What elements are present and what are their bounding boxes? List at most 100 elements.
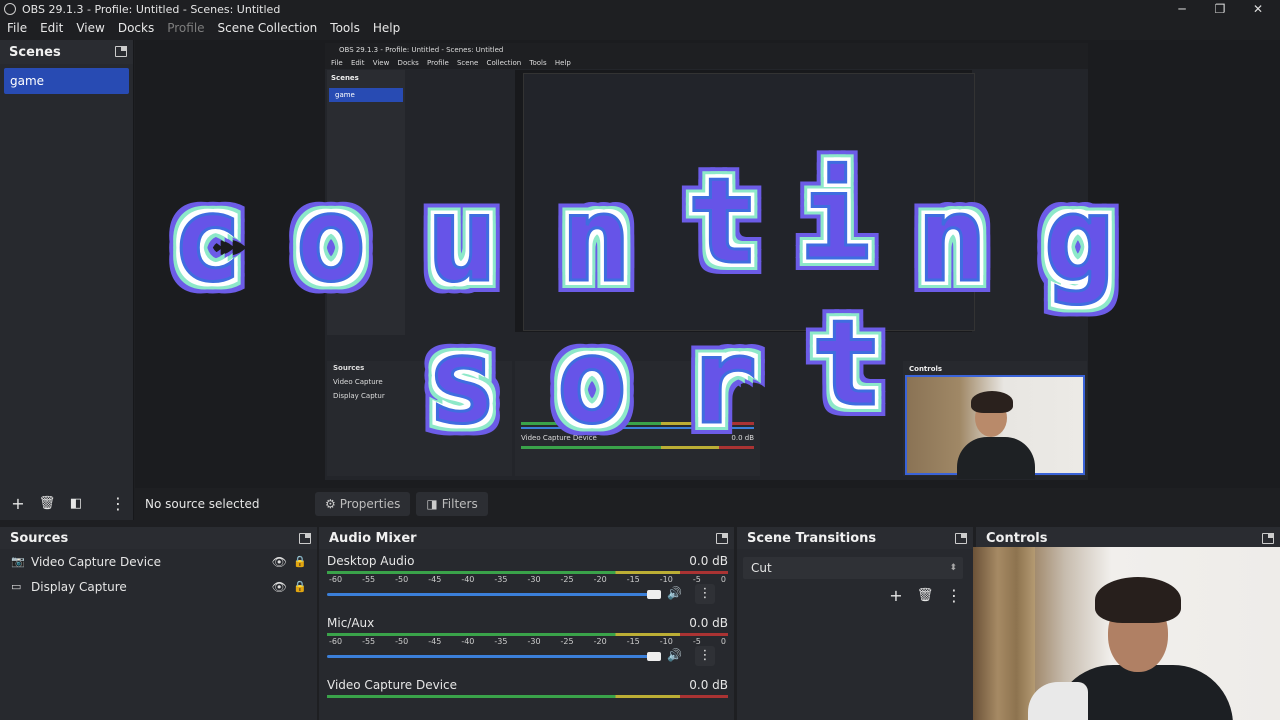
nested-webcam-feed bbox=[905, 375, 1085, 479]
scene-filters-icon[interactable]: ◧ bbox=[65, 493, 87, 515]
overlay-letter: g bbox=[1042, 170, 1116, 308]
undock-icon[interactable] bbox=[955, 533, 967, 544]
remove-scene-icon[interactable]: 🗑 bbox=[36, 493, 58, 515]
chevron-updown-icon: ⬍ bbox=[949, 563, 957, 573]
overlay-letter: r bbox=[685, 312, 759, 450]
channel-db: 0.0 dB bbox=[689, 616, 728, 630]
camera-icon: 📷 bbox=[11, 555, 25, 568]
webcam-overlay bbox=[973, 547, 1280, 720]
mixer-channel-video-capture: Video Capture Device 0.0 dB bbox=[319, 673, 734, 720]
restore-icon[interactable]: ❐ bbox=[1200, 0, 1240, 18]
volume-meter bbox=[327, 571, 728, 574]
obs-logo-icon bbox=[4, 3, 16, 15]
menu-profile[interactable]: Profile bbox=[167, 21, 204, 35]
audio-mixer-title: Audio Mixer bbox=[329, 530, 417, 546]
overlay-title-line2: s o r t bbox=[397, 303, 907, 450]
gear-icon: ⚙ bbox=[325, 497, 336, 511]
controls-title: Controls bbox=[986, 530, 1048, 546]
overlay-letter: s bbox=[425, 312, 499, 450]
eye-icon[interactable]: 👁 bbox=[272, 555, 287, 569]
transition-value: Cut bbox=[751, 561, 772, 575]
audio-mixer-dock: Audio Mixer Desktop Audio 0.0 dB -60 -55-… bbox=[319, 527, 734, 720]
fader-knob[interactable] bbox=[647, 590, 661, 599]
properties-label: Properties bbox=[339, 497, 401, 511]
nested-controls-dock: Controls bbox=[903, 361, 1087, 479]
nested-menu: File Edit View Docks Profile Scene Colle… bbox=[325, 57, 1088, 69]
undock-icon[interactable] bbox=[115, 46, 127, 57]
nested-scene-item: game bbox=[329, 88, 403, 102]
scenes-title: Scenes bbox=[9, 44, 61, 60]
volume-fader[interactable]: 🔊 ⋮ bbox=[327, 584, 728, 604]
remove-transition-icon[interactable]: 🗑 bbox=[914, 585, 936, 607]
source-item-video-capture[interactable]: 📷 Video Capture Device 👁 🔒 bbox=[0, 549, 317, 574]
volume-meter bbox=[327, 633, 728, 636]
window-title: OBS 29.1.3 - Profile: Untitled - Scenes:… bbox=[22, 2, 281, 16]
menu-edit[interactable]: Edit bbox=[40, 21, 63, 35]
overlay-letter: n bbox=[915, 170, 989, 308]
menu-scene-collection[interactable]: Scene Collection bbox=[218, 21, 318, 35]
fader-knob[interactable] bbox=[647, 652, 661, 661]
overlay-letter: o bbox=[294, 170, 368, 308]
monitor-icon: ▭ bbox=[11, 580, 22, 593]
eye-icon[interactable]: 👁 bbox=[272, 580, 287, 594]
volume-meter bbox=[327, 695, 728, 698]
transition-select[interactable]: Cut ⬍ bbox=[743, 557, 963, 579]
lock-icon[interactable]: 🔒 bbox=[293, 555, 307, 568]
mixer-channel-desktop-audio: Desktop Audio 0.0 dB -60 -55 -50 -45 -40 -35-… bbox=[319, 549, 734, 611]
source-info-bar: No source selected ⚙ Properties ◨ Filter… bbox=[135, 488, 1280, 520]
sources-title: Sources bbox=[10, 530, 69, 546]
add-scene-icon[interactable]: + bbox=[7, 493, 29, 515]
preview-canvas[interactable]: OBS 29.1.3 - Profile: Untitled - Scenes:… bbox=[135, 40, 1280, 488]
menu-file[interactable]: File bbox=[7, 21, 27, 35]
undock-icon[interactable] bbox=[716, 533, 728, 544]
overlay-letter: c bbox=[170, 170, 244, 308]
controls-dock: Controls bbox=[976, 527, 1280, 549]
title-bar: OBS 29.1.3 - Profile: Untitled - Scenes:… bbox=[0, 0, 1280, 18]
channel-db: 0.0 dB bbox=[689, 678, 728, 692]
filters-button[interactable]: ◨ Filters bbox=[416, 492, 488, 516]
speaker-icon[interactable]: 🔊 bbox=[667, 648, 682, 662]
menu-docks[interactable]: Docks bbox=[118, 21, 154, 35]
menu-tools[interactable]: Tools bbox=[330, 21, 360, 35]
close-icon[interactable]: ✕ bbox=[1238, 0, 1278, 18]
overlay-title-line1: c o u n t i n g bbox=[147, 157, 1141, 308]
no-source-label: No source selected bbox=[145, 497, 260, 511]
source-name: Display Capture bbox=[31, 579, 127, 594]
sources-dock: Sources 📷 Video Capture Device 👁 🔒 ▭ Dis… bbox=[0, 527, 317, 720]
overlay-letter: u bbox=[425, 170, 499, 308]
more-icon[interactable]: ⋮ bbox=[695, 646, 715, 666]
more-icon[interactable]: ⋮ bbox=[695, 584, 715, 604]
controls-title-bar: Controls bbox=[976, 527, 1280, 549]
meter-ticks: -60 -55 -50 -45 -40 -35 -30 -25 -20 -15 -10 -5 0 bbox=[329, 637, 726, 646]
scene-transitions-dock: Scene Transitions Cut ⬍ + 🗑 ⋮ bbox=[737, 527, 973, 720]
source-item-display-capture[interactable]: ▭ Display Capture 👁 🔒 bbox=[0, 574, 317, 599]
nested-title: OBS 29.1.3 - Profile: Untitled - Scenes:… bbox=[325, 43, 1088, 57]
lock-icon[interactable]: 🔒 bbox=[293, 580, 307, 593]
scenes-dock: Scenes game + 🗑 ◧ ⋮ bbox=[0, 40, 134, 520]
menu-help[interactable]: Help bbox=[373, 21, 400, 35]
properties-button[interactable]: ⚙ Properties bbox=[315, 492, 411, 516]
scene-transitions-title-bar: Scene Transitions bbox=[737, 527, 973, 549]
undock-icon[interactable] bbox=[1262, 533, 1274, 544]
transition-more-icon[interactable]: ⋮ bbox=[943, 585, 965, 607]
overlay-letter: i bbox=[798, 148, 872, 286]
speaker-icon[interactable]: 🔊 bbox=[667, 586, 682, 600]
scenes-toolbar: + 🗑 ◧ ⋮ bbox=[0, 488, 133, 520]
scene-more-icon[interactable]: ⋮ bbox=[107, 493, 129, 515]
source-name: Video Capture Device bbox=[31, 554, 162, 569]
channel-name: Video Capture Device bbox=[327, 678, 458, 692]
channel-name: Desktop Audio bbox=[327, 554, 415, 568]
minimize-icon[interactable]: ─ bbox=[1162, 0, 1202, 18]
meter-ticks: -60 -55 -50 -45 -40 -35 -30 -25 -20 -15 -10 -5 0 bbox=[329, 575, 726, 584]
mixer-channel-mic-aux: Mic/Aux 0.0 dB -60 -55 -50 -45 -40 -35 -30 -25-… bbox=[319, 611, 734, 673]
nested-scenes-title: Scenes bbox=[331, 74, 359, 82]
undock-icon[interactable] bbox=[299, 533, 311, 544]
channel-name: Mic/Aux bbox=[327, 616, 375, 630]
add-transition-icon[interactable]: + bbox=[885, 585, 907, 607]
sources-dock-title: Sources bbox=[0, 527, 317, 549]
scene-item-game[interactable]: game bbox=[4, 68, 129, 94]
menu-bar: File Edit View Docks Profile Scene Colle… bbox=[0, 18, 1280, 38]
volume-fader[interactable]: 🔊 ⋮ bbox=[327, 646, 728, 666]
menu-view[interactable]: View bbox=[76, 21, 104, 35]
channel-db: 0.0 dB bbox=[689, 554, 728, 568]
